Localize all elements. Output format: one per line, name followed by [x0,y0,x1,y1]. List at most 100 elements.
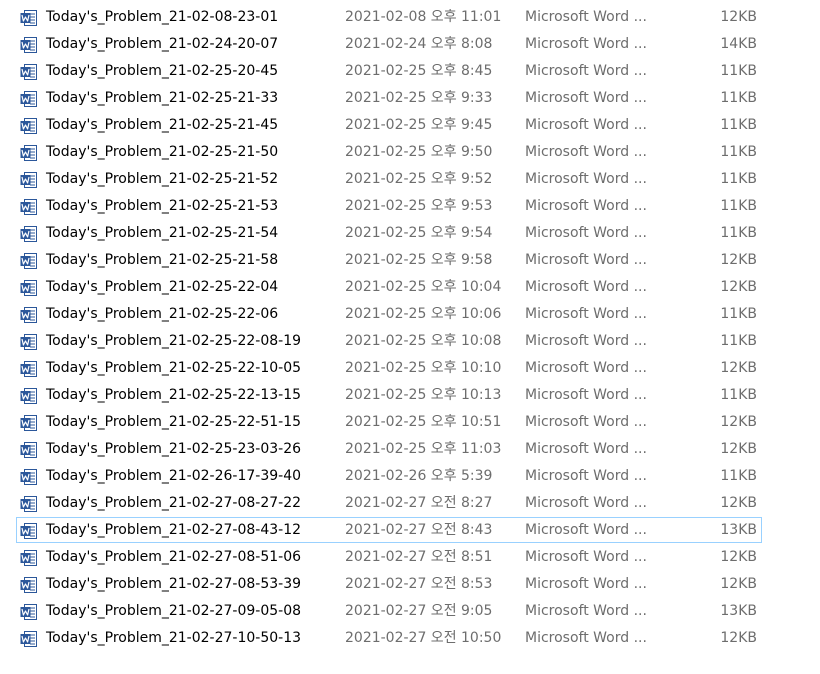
file-size: 11KB [720,333,757,349]
file-date-modified: 2021-02-26 오후 5:39 [345,468,493,484]
file-name: Today's_Problem_21-02-25-22-08-19 [46,333,302,349]
file-size: 11KB [720,171,757,187]
file-name: Today's_Problem_21-02-27-08-43-12 [46,522,302,538]
file-row[interactable]: Today's_Problem_21-02-25-22-04 2021-02-2… [0,274,820,301]
file-row[interactable]: Today's_Problem_21-02-08-23-01 2021-02-0… [0,4,820,31]
file-date-modified: 2021-02-25 오후 9:52 [345,171,493,187]
file-type: Microsoft Word ... [525,144,647,160]
file-row[interactable]: Today's_Problem_21-02-25-21-52 2021-02-2… [0,166,820,193]
file-size: 13KB [720,603,757,619]
file-date-modified: 2021-02-25 오후 9:45 [345,117,493,133]
file-row[interactable]: Today's_Problem_21-02-25-21-58 2021-02-2… [0,247,820,274]
file-name: Today's_Problem_21-02-25-21-50 [46,144,279,160]
word-document-icon [20,360,38,378]
file-list: Today's_Problem_21-02-08-23-01 2021-02-0… [0,4,820,652]
file-row[interactable]: Today's_Problem_21-02-27-10-50-13 2021-0… [0,625,820,652]
file-date-modified: 2021-02-27 오전 8:27 [345,495,493,511]
file-date-modified: 2021-02-08 오후 11:01 [345,9,502,25]
word-document-icon [20,468,38,486]
file-name: Today's_Problem_21-02-27-08-51-06 [46,549,302,565]
word-document-icon [20,225,38,243]
file-size: 12KB [720,279,757,295]
file-type: Microsoft Word ... [525,522,647,538]
file-date-modified: 2021-02-27 오전 10:50 [345,630,502,646]
file-size: 12KB [720,576,757,592]
file-date-modified: 2021-02-25 오후 10:06 [345,306,502,322]
file-name: Today's_Problem_21-02-25-22-04 [46,279,279,295]
file-row[interactable]: Today's_Problem_21-02-25-22-51-15 2021-0… [0,409,820,436]
file-name: Today's_Problem_21-02-25-21-58 [46,252,279,268]
file-row[interactable]: Today's_Problem_21-02-25-22-08-19 2021-0… [0,328,820,355]
word-document-icon [20,603,38,621]
file-size: 12KB [720,495,757,511]
file-type: Microsoft Word ... [525,630,647,646]
word-document-icon [20,63,38,81]
file-date-modified: 2021-02-27 오전 8:43 [345,522,493,538]
file-row[interactable]: Today's_Problem_21-02-27-08-53-39 2021-0… [0,571,820,598]
word-document-icon [20,252,38,270]
file-type: Microsoft Word ... [525,549,647,565]
file-row[interactable]: Today's_Problem_21-02-25-21-33 2021-02-2… [0,85,820,112]
word-document-icon [20,117,38,135]
file-type: Microsoft Word ... [525,441,647,457]
word-document-icon [20,171,38,189]
file-row[interactable]: Today's_Problem_21-02-27-09-05-08 2021-0… [0,598,820,625]
word-document-icon [20,522,38,540]
file-name: Today's_Problem_21-02-25-21-52 [46,171,279,187]
file-type: Microsoft Word ... [525,198,647,214]
file-date-modified: 2021-02-25 오후 9:54 [345,225,493,241]
file-date-modified: 2021-02-25 오후 8:45 [345,63,493,79]
word-document-icon [20,144,38,162]
file-row[interactable]: Today's_Problem_21-02-25-22-10-05 2021-0… [0,355,820,382]
file-size: 12KB [720,252,757,268]
file-date-modified: 2021-02-24 오후 8:08 [345,36,493,52]
file-date-modified: 2021-02-25 오후 9:50 [345,144,493,160]
word-document-icon [20,90,38,108]
file-type: Microsoft Word ... [525,90,647,106]
file-type: Microsoft Word ... [525,414,647,430]
file-row[interactable]: Today's_Problem_21-02-25-20-45 2021-02-2… [0,58,820,85]
file-type: Microsoft Word ... [525,252,647,268]
file-name: Today's_Problem_21-02-24-20-07 [46,36,279,52]
file-size: 11KB [720,198,757,214]
file-row[interactable]: Today's_Problem_21-02-26-17-39-40 2021-0… [0,463,820,490]
file-type: Microsoft Word ... [525,306,647,322]
file-row[interactable]: Today's_Problem_21-02-25-23-03-26 2021-0… [0,436,820,463]
file-row[interactable]: Today's_Problem_21-02-27-08-27-22 2021-0… [0,490,820,517]
file-date-modified: 2021-02-25 오후 10:04 [345,279,502,295]
word-document-icon [20,495,38,513]
file-type: Microsoft Word ... [525,360,647,376]
word-document-icon [20,279,38,297]
file-size: 11KB [720,63,757,79]
file-size: 11KB [720,468,757,484]
file-date-modified: 2021-02-25 오후 10:08 [345,333,502,349]
file-row[interactable]: Today's_Problem_21-02-24-20-07 2021-02-2… [0,31,820,58]
file-date-modified: 2021-02-25 오후 11:03 [345,441,502,457]
file-name: Today's_Problem_21-02-27-10-50-13 [46,630,302,646]
file-name: Today's_Problem_21-02-25-21-53 [46,198,279,214]
file-row[interactable]: Today's_Problem_21-02-25-21-45 2021-02-2… [0,112,820,139]
file-size: 11KB [720,117,757,133]
word-document-icon [20,441,38,459]
file-row[interactable]: Today's_Problem_21-02-25-21-50 2021-02-2… [0,139,820,166]
file-row[interactable]: Today's_Problem_21-02-25-21-53 2021-02-2… [0,193,820,220]
file-row[interactable]: Today's_Problem_21-02-25-22-13-15 2021-0… [0,382,820,409]
word-document-icon [20,36,38,54]
file-name: Today's_Problem_21-02-25-22-06 [46,306,279,322]
file-row[interactable]: Today's_Problem_21-02-25-21-54 2021-02-2… [0,220,820,247]
file-row[interactable]: Today's_Problem_21-02-27-08-43-12 2021-0… [0,517,820,544]
file-type: Microsoft Word ... [525,576,647,592]
file-type: Microsoft Word ... [525,9,647,25]
word-document-icon [20,306,38,324]
file-size: 14KB [720,36,757,52]
file-name: Today's_Problem_21-02-26-17-39-40 [46,468,302,484]
file-name: Today's_Problem_21-02-27-09-05-08 [46,603,302,619]
file-size: 12KB [720,549,757,565]
file-type: Microsoft Word ... [525,468,647,484]
file-date-modified: 2021-02-25 오후 10:51 [345,414,502,430]
file-size: 11KB [720,225,757,241]
file-row[interactable]: Today's_Problem_21-02-25-22-06 2021-02-2… [0,301,820,328]
file-type: Microsoft Word ... [525,387,647,403]
file-row[interactable]: Today's_Problem_21-02-27-08-51-06 2021-0… [0,544,820,571]
file-name: Today's_Problem_21-02-25-21-33 [46,90,279,106]
